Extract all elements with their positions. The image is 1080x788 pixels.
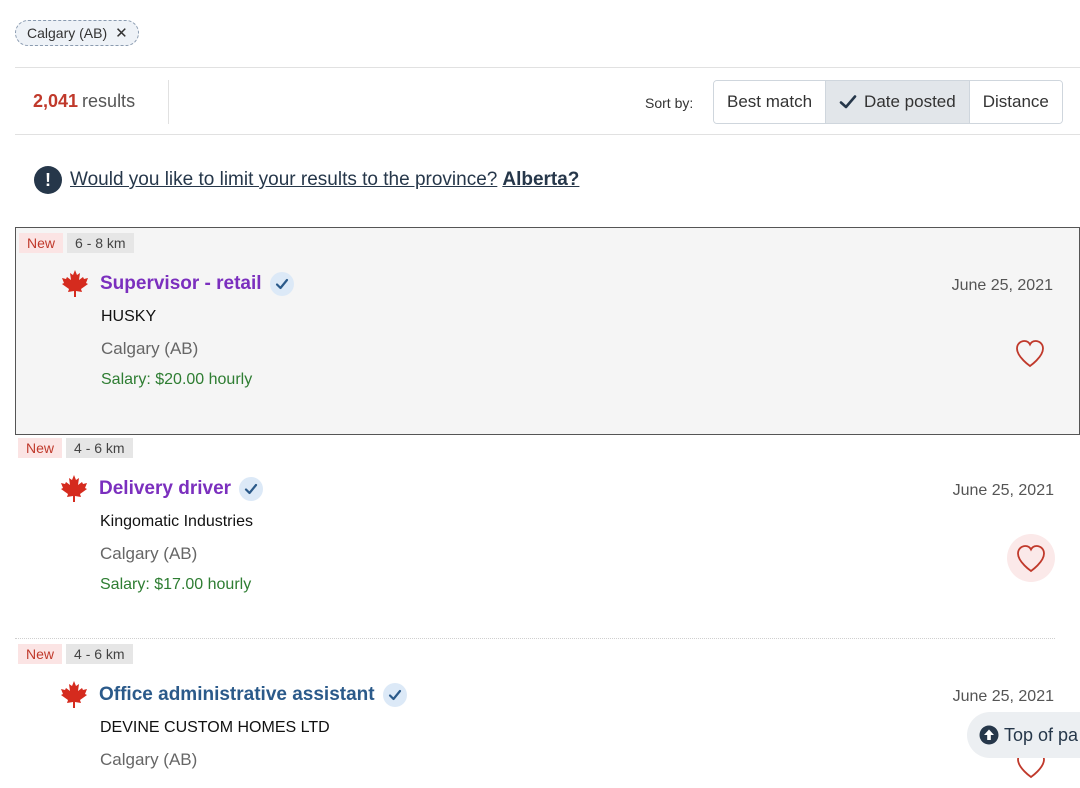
sort-option-label: Date posted	[864, 92, 956, 111]
date-posted: June 25, 2021	[952, 688, 1054, 705]
close-icon[interactable]: ✕	[115, 24, 128, 42]
heart-icon	[1017, 545, 1045, 573]
province-notice: ! Would you like to limit your results t…	[34, 166, 579, 194]
new-badge: New	[19, 233, 64, 253]
maple-leaf-icon	[61, 681, 87, 708]
job-location: Calgary (AB)	[100, 750, 198, 769]
divider	[15, 67, 1080, 68]
checkmark-icon	[839, 95, 857, 109]
maple-leaf-icon	[62, 270, 88, 297]
top-of-page-label: Top of pa	[1004, 724, 1079, 745]
divider	[168, 80, 169, 124]
job-location: Calgary (AB)	[100, 544, 198, 563]
company-name: DEVINE CUSTOM HOMES LTD	[100, 719, 330, 736]
location-filter-chip[interactable]: Calgary (AB) ✕	[15, 20, 139, 46]
results-count: 2,041 results	[33, 91, 135, 112]
sort-option-label: Distance	[982, 92, 1049, 111]
divider	[15, 134, 1080, 135]
job-location: Calgary (AB)	[101, 339, 199, 358]
filter-chip-label: Calgary (AB)	[27, 25, 108, 41]
distance-badge: 4 - 6 km	[66, 644, 133, 664]
results-number: 2,041	[33, 91, 79, 111]
job-title-link[interactable]: Supervisor - retail	[100, 273, 262, 295]
verified-check-icon	[382, 683, 407, 707]
job-title-link[interactable]: Delivery driver	[99, 478, 231, 500]
job-salary: Salary: $20.00 hourly	[101, 371, 253, 388]
sort-best-match-button[interactable]: Best match	[714, 81, 826, 123]
province-link[interactable]: Alberta?	[502, 169, 579, 191]
results-label: results	[82, 91, 136, 111]
job-salary: Salary: $17.00 hourly	[100, 576, 252, 593]
heart-icon	[1016, 340, 1044, 368]
job-title-link[interactable]: Office administrative assistant	[99, 684, 375, 706]
verified-check-icon	[239, 477, 264, 501]
sort-option-label: Best match	[727, 92, 813, 111]
arrow-up-circle-icon	[979, 725, 999, 745]
distance-badge: 4 - 6 km	[66, 438, 133, 458]
company-name: HUSKY	[101, 308, 157, 325]
job-card[interactable]: New 6 - 8 km Supervisor - retail HUSKY C…	[15, 227, 1080, 435]
date-posted: June 25, 2021	[952, 482, 1054, 499]
sort-label: Sort by:	[645, 95, 694, 111]
top-of-page-button[interactable]: Top of pa	[967, 712, 1080, 758]
new-badge: New	[18, 644, 63, 664]
sort-distance-button[interactable]: Distance	[968, 81, 1062, 123]
favourite-button[interactable]	[1006, 329, 1054, 377]
company-name: Kingomatic Industries	[100, 513, 253, 530]
new-badge: New	[18, 438, 63, 458]
distance-badge: 6 - 8 km	[67, 233, 134, 253]
verified-check-icon	[269, 272, 294, 296]
job-card[interactable]: New 4 - 6 km Office administrative assis…	[15, 639, 1080, 779]
maple-leaf-icon	[61, 475, 87, 502]
job-card[interactable]: New 4 - 6 km Delivery driver Kingomatic …	[15, 433, 1080, 635]
exclamation-icon: !	[34, 166, 62, 194]
favourite-button[interactable]	[1007, 534, 1055, 582]
date-posted: June 25, 2021	[951, 277, 1053, 294]
province-question-link[interactable]: Would you like to limit your results to …	[70, 169, 497, 191]
sort-options: Best match Date posted Distance	[713, 80, 1063, 124]
sort-date-posted-button[interactable]: Date posted	[825, 81, 969, 123]
